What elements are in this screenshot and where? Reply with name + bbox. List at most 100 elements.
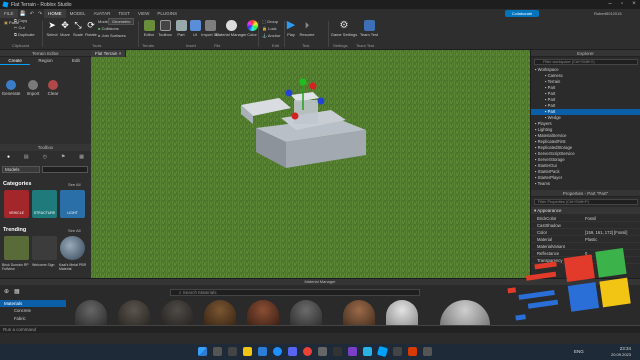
move-handle-z[interactable] [285, 89, 293, 97]
start-icon[interactable] [198, 347, 207, 356]
recent-icon[interactable]: ◷ [43, 154, 47, 160]
add-material-icon[interactable]: ⊕ [4, 288, 9, 295]
categories-see-all[interactable]: See All [68, 182, 80, 187]
discord-icon[interactable] [288, 347, 297, 356]
inventory-icon[interactable]: ▤ [24, 154, 29, 160]
property-value[interactable]: Fossil [585, 215, 596, 222]
minimize-button[interactable]: – [604, 0, 616, 9]
import-tool[interactable]: Import [22, 80, 44, 96]
tree-item-concrete[interactable]: Concrete [14, 308, 31, 313]
task-view-icon[interactable] [228, 347, 237, 356]
clock-date[interactable]: 20.09.2023 [600, 352, 631, 357]
app-icon[interactable] [333, 347, 342, 356]
tab-view[interactable]: VIEW [134, 9, 154, 18]
material-swatch[interactable] [161, 300, 193, 325]
browser-icon[interactable] [258, 347, 267, 356]
move-handle-z-neg[interactable] [317, 97, 325, 105]
material-search-input[interactable]: ⌕ Search Materials [170, 289, 420, 296]
app-icon[interactable] [393, 347, 402, 356]
toolbox-search-input[interactable] [42, 166, 88, 173]
property-value[interactable]: [159, 161, 172] [Fossil] [585, 229, 627, 236]
move-handle-x-neg[interactable] [291, 112, 299, 120]
mode-dropdown[interactable]: Geometric [108, 18, 135, 25]
category-vehicle[interactable]: VEHICLE [4, 190, 29, 218]
close-button[interactable]: × [628, 0, 640, 9]
material-swatch[interactable] [118, 300, 150, 325]
generate-tool[interactable]: Generate [0, 80, 22, 96]
search-icon[interactable] [213, 347, 222, 356]
material-swatch[interactable] [290, 300, 322, 325]
tab-model[interactable]: MODEL [66, 9, 90, 18]
move-handle-y[interactable] [299, 78, 307, 86]
clear-tool[interactable]: Clear [42, 80, 64, 96]
property-row[interactable]: Color [159, 161, 172] [Fossil] [531, 229, 640, 236]
command-bar[interactable]: Run a command [0, 325, 640, 333]
material-swatch[interactable] [386, 300, 418, 325]
material-swatch[interactable] [204, 300, 236, 325]
copy-button[interactable]: ⧉ Copy [14, 18, 27, 23]
trending-item-label[interactable]: Kaal's Metal PBR Material [59, 263, 89, 271]
app-icon[interactable] [348, 347, 357, 356]
save-icon[interactable]: 💾 [18, 11, 28, 17]
category-structure[interactable]: STRUCTURE [32, 190, 57, 218]
creations-icon[interactable]: ⚑ [61, 154, 65, 160]
material-swatch[interactable] [343, 300, 375, 325]
trending-item-thumb[interactable] [32, 236, 57, 260]
tab-edit[interactable]: Edit [61, 57, 91, 65]
user-name[interactable]: Robert5012015 [594, 9, 622, 18]
tab-region[interactable]: Region [30, 57, 60, 65]
join-surfaces-toggle[interactable]: ■ Join Surfaces [98, 33, 126, 38]
trending-item-label[interactable]: Brick Domain RP Fullview [2, 263, 31, 271]
maximize-button[interactable]: ▫ [616, 0, 628, 9]
marketplace-icon[interactable]: ▦ [79, 154, 84, 160]
property-row[interactable]: CastShadow [531, 222, 640, 229]
move-handle-x[interactable] [309, 82, 317, 90]
property-row[interactable]: BrickColor Fossil [531, 215, 640, 222]
grid-view-icon[interactable]: ▦ [14, 288, 20, 295]
file-menu[interactable]: FILE [0, 9, 18, 18]
language-indicator[interactable]: ENG [574, 349, 584, 354]
duplicate-button[interactable]: ⧉ Duplicate [14, 32, 35, 37]
cut-button[interactable]: ✂ Cut [14, 25, 25, 30]
tab-create[interactable]: Create [0, 57, 31, 65]
material-swatch[interactable] [247, 300, 279, 325]
explorer-filter-input[interactable]: Filter workspace (Ctrl+Shift+X) [534, 59, 638, 65]
tab-plugins[interactable]: PLUGINS [153, 9, 181, 18]
explorer-item[interactable]: ▪ Teams [535, 181, 550, 187]
toolbox-tab-icon[interactable]: ● [7, 154, 10, 160]
game-settings-button[interactable]: ⚙ Game Settings [331, 20, 357, 37]
anchor-button[interactable]: ⚓ Anchor [262, 33, 281, 38]
app-icon[interactable] [423, 347, 432, 356]
category-light[interactable]: LIGHT [60, 190, 85, 218]
chrome-icon[interactable] [273, 347, 282, 356]
file-explorer-icon[interactable] [243, 347, 252, 356]
collaborate-button[interactable]: Collaborate [505, 10, 539, 17]
tree-item-fabric[interactable]: Fabric [14, 316, 26, 321]
team-test-button[interactable]: Team Test [356, 20, 382, 37]
trending-item-thumb[interactable] [60, 236, 85, 260]
toolbox-category-dropdown[interactable]: Models [2, 166, 40, 173]
material-manager-button[interactable]: Material Manager [215, 20, 247, 37]
collisions-toggle[interactable]: ■ Collisions [98, 26, 119, 31]
trending-item-label[interactable]: Welcome Sign [32, 263, 58, 267]
app-icon[interactable] [318, 347, 327, 356]
tree-item-materials[interactable]: Materials [0, 300, 66, 307]
app-icon[interactable] [303, 347, 312, 356]
3d-viewport[interactable] [91, 50, 530, 278]
app-icon[interactable] [363, 347, 372, 356]
tab-home[interactable]: HOME [44, 9, 66, 18]
trending-item-thumb[interactable] [4, 236, 29, 260]
viewport-tab[interactable]: Flat Terrain × [91, 50, 127, 57]
lock-button[interactable]: 🔒 Lock [262, 26, 277, 31]
appearance-section[interactable]: ▾ Appearance [531, 207, 640, 214]
clock-time[interactable]: 23:34 [605, 346, 631, 351]
material-swatch[interactable] [75, 300, 107, 325]
tab-avatar[interactable]: AVATAR [90, 9, 115, 18]
resume-button[interactable]: ⏵ Resume [296, 20, 318, 37]
undo-icon[interactable]: ↶ [28, 11, 36, 17]
color-button[interactable]: Color [241, 20, 263, 37]
redo-icon[interactable]: ↷ [36, 11, 44, 17]
tab-test[interactable]: TEST [114, 9, 134, 18]
group-button[interactable]: ⬚ Group [262, 19, 278, 24]
trending-see-all[interactable]: See All [68, 228, 80, 233]
